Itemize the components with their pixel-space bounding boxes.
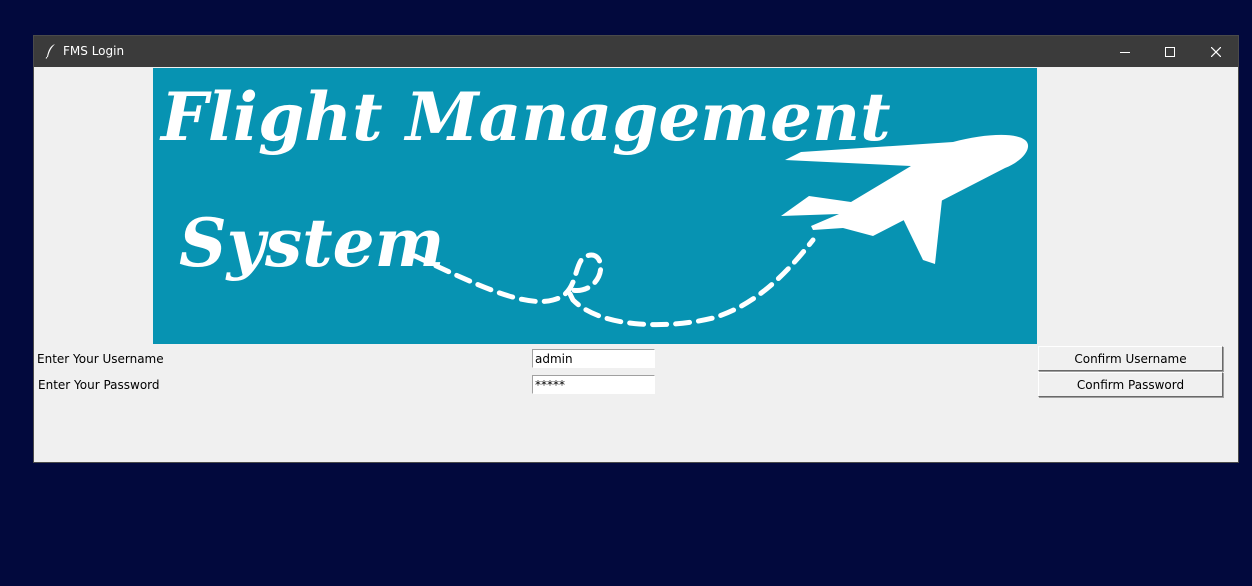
banner-title-line2: System — [179, 204, 444, 282]
maximize-button[interactable] — [1147, 36, 1193, 67]
flight-path — [412, 237, 816, 328]
close-icon — [1211, 46, 1221, 57]
login-window: FMS Login Flight Management System Enter… — [33, 35, 1239, 463]
maximize-icon — [1165, 46, 1175, 57]
username-label: Enter Your Username — [37, 352, 164, 366]
banner-title-line1: Flight Management — [159, 78, 891, 156]
window-title: FMS Login — [63, 44, 125, 58]
title-bar[interactable]: FMS Login — [34, 36, 1238, 67]
password-label: Enter Your Password — [38, 378, 160, 392]
close-button[interactable] — [1193, 36, 1239, 67]
airplane-icon — [781, 134, 1029, 264]
minimize-button[interactable] — [1102, 36, 1148, 67]
username-field[interactable] — [532, 349, 655, 368]
banner-image: Flight Management System — [153, 68, 1037, 344]
confirm-username-button[interactable]: Confirm Username — [1038, 346, 1223, 371]
confirm-password-button[interactable]: Confirm Password — [1038, 372, 1223, 397]
minimize-icon — [1120, 51, 1130, 53]
feather-icon — [44, 43, 58, 59]
password-field[interactable] — [532, 375, 655, 394]
